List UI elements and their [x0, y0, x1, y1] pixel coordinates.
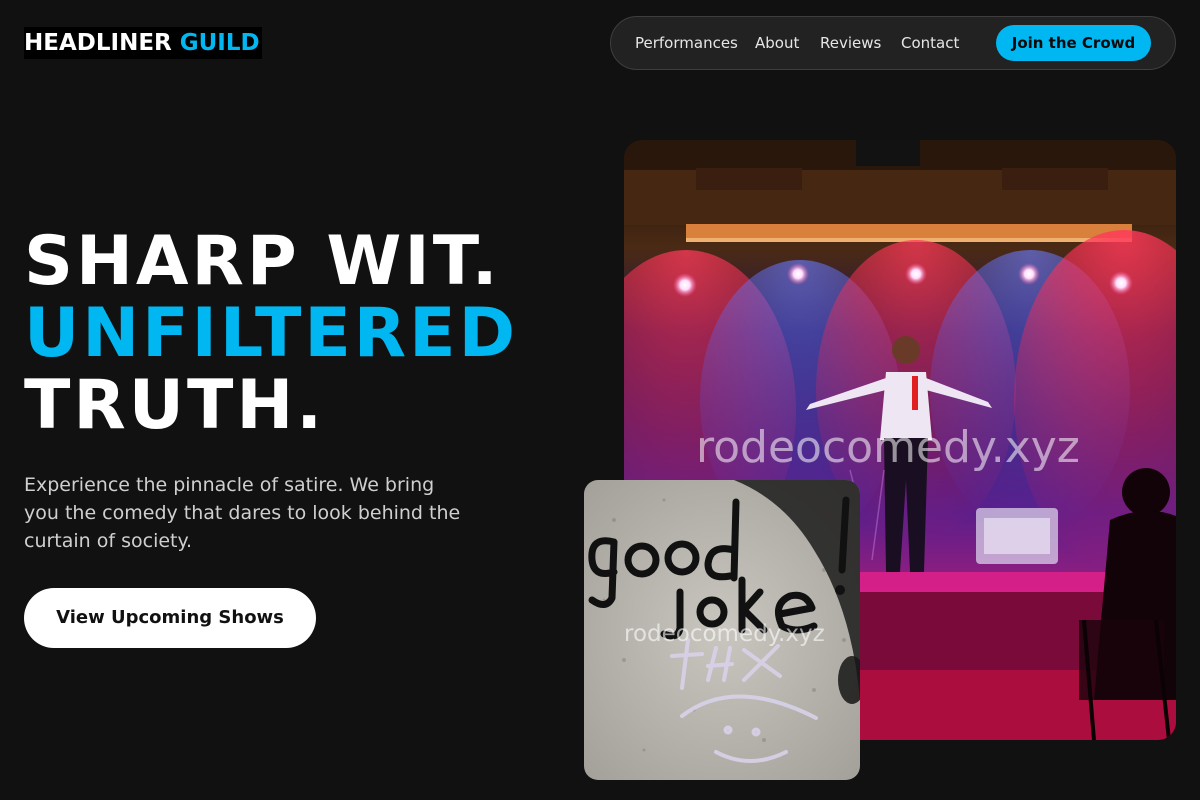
view-upcoming-shows-button[interactable]: View Upcoming Shows — [24, 588, 316, 648]
join-crowd-button[interactable]: Join the Crowd — [996, 25, 1151, 61]
graffiti-photo-watermark: rodeocomedy.xyz — [624, 621, 825, 647]
brand-name-primary: HEADLINER — [24, 30, 172, 56]
landing-page: HEADLINER GUILD Performances About Revie… — [0, 0, 1200, 800]
top-nav: Performances About Reviews Contact Join … — [610, 16, 1176, 70]
nav-link-about[interactable]: About — [755, 17, 799, 69]
hero-title-line-3: TRUTH. — [24, 366, 326, 445]
stage-photo-watermark: rodeocomedy.xyz — [696, 422, 1080, 473]
nav-link-performances[interactable]: Performances — [635, 17, 738, 69]
hero-subtitle: Experience the pinnacle of satire. We br… — [24, 474, 461, 552]
nav-link-contact[interactable]: Contact — [901, 17, 959, 69]
nav-link-reviews[interactable]: Reviews — [820, 17, 881, 69]
brand-logo[interactable]: HEADLINER GUILD — [24, 27, 262, 59]
hero-title-line-1: SHARP WIT. — [24, 222, 501, 301]
hero-title: SHARP WIT. UNFILTERED TRUTH. — [24, 226, 518, 442]
graffiti-photo: rodeocomedy.xyz — [584, 480, 860, 780]
hero-title-line-2: UNFILTERED — [24, 294, 519, 373]
brand-name-accent: GUILD — [179, 30, 260, 56]
